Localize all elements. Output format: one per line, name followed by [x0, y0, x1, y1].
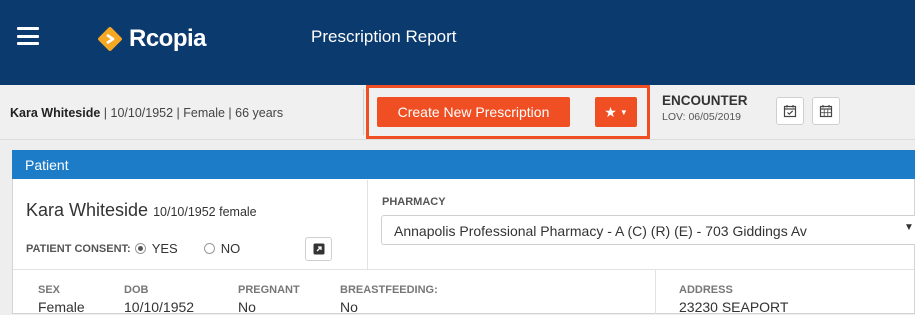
divider: [13, 269, 914, 270]
encounter-lov: LOV: 06/05/2019: [662, 111, 742, 123]
page-title: Prescription Report: [311, 27, 457, 46]
chevron-down-icon[interactable]: ▼: [904, 222, 914, 233]
field-label-address: ADDRESS: [679, 284, 733, 296]
patient-name-text: Kara Whiteside: [26, 200, 149, 220]
patient-consent: PATIENT CONSENT: YES NO: [26, 241, 262, 256]
field-value-dob: 10/10/1952: [124, 299, 195, 315]
calendar-check-icon: [783, 105, 797, 118]
encounter-title: ENCOUNTER: [662, 93, 748, 108]
consent-yes-radio[interactable]: [134, 243, 146, 254]
field-label-breastfeeding: BREASTFEEDING:: [340, 284, 438, 296]
consent-no-radio[interactable]: [203, 243, 215, 254]
divider: [367, 180, 368, 269]
calendar-button[interactable]: [812, 97, 840, 125]
field-value-address: 23230 SEAPORT: [679, 299, 789, 315]
calendar-icon: [819, 105, 833, 118]
field-label-sex: SEX: [38, 284, 61, 296]
menu-icon[interactable]: [17, 27, 39, 45]
consent-no-label[interactable]: NO: [221, 241, 241, 256]
field-label-dob: DOB: [124, 284, 149, 296]
patient-panel-header: Patient: [12, 150, 915, 179]
patient-dob-sex: 10/10/1952 female: [153, 205, 257, 219]
favorites-dropdown-button[interactable]: ★ ▼: [595, 97, 637, 127]
field-value-breastfeeding: No: [340, 299, 358, 315]
field-label-pregnant: PREGNANT: [238, 284, 300, 296]
star-icon: ★: [604, 103, 617, 120]
patient-summary: Kara Whiteside | 10/10/1952 | Female | 6…: [10, 106, 283, 120]
patient-summary-details: | 10/10/1952 | Female | 66 years: [100, 106, 284, 120]
brand-name: Rcopia: [129, 25, 207, 52]
create-new-prescription-button[interactable]: Create New Prescription: [377, 97, 570, 127]
rcopia-logo-icon: [97, 26, 123, 52]
consent-yes-label[interactable]: YES: [152, 241, 178, 256]
brand-logo[interactable]: Rcopia: [97, 24, 207, 54]
field-value-pregnant: No: [238, 299, 256, 315]
calendar-check-button[interactable]: [776, 97, 804, 125]
patient-name: Kara Whiteside 10/10/1952 female: [26, 200, 257, 221]
encounter-info: ENCOUNTER LOV: 06/05/2019: [662, 93, 748, 123]
pharmacy-label: PHARMACY: [382, 196, 446, 208]
field-value-sex: Female: [38, 299, 85, 315]
caret-down-icon: ▼: [619, 107, 628, 117]
divider: [655, 270, 656, 314]
external-link-icon: [313, 243, 324, 255]
consent-label: PATIENT CONSENT:: [26, 242, 131, 255]
open-external-button[interactable]: [305, 237, 332, 261]
patient-summary-name: Kara Whiteside: [10, 106, 101, 120]
pharmacy-select[interactable]: Annapolis Professional Pharmacy - A (C) …: [381, 215, 915, 245]
divider: [363, 89, 364, 135]
